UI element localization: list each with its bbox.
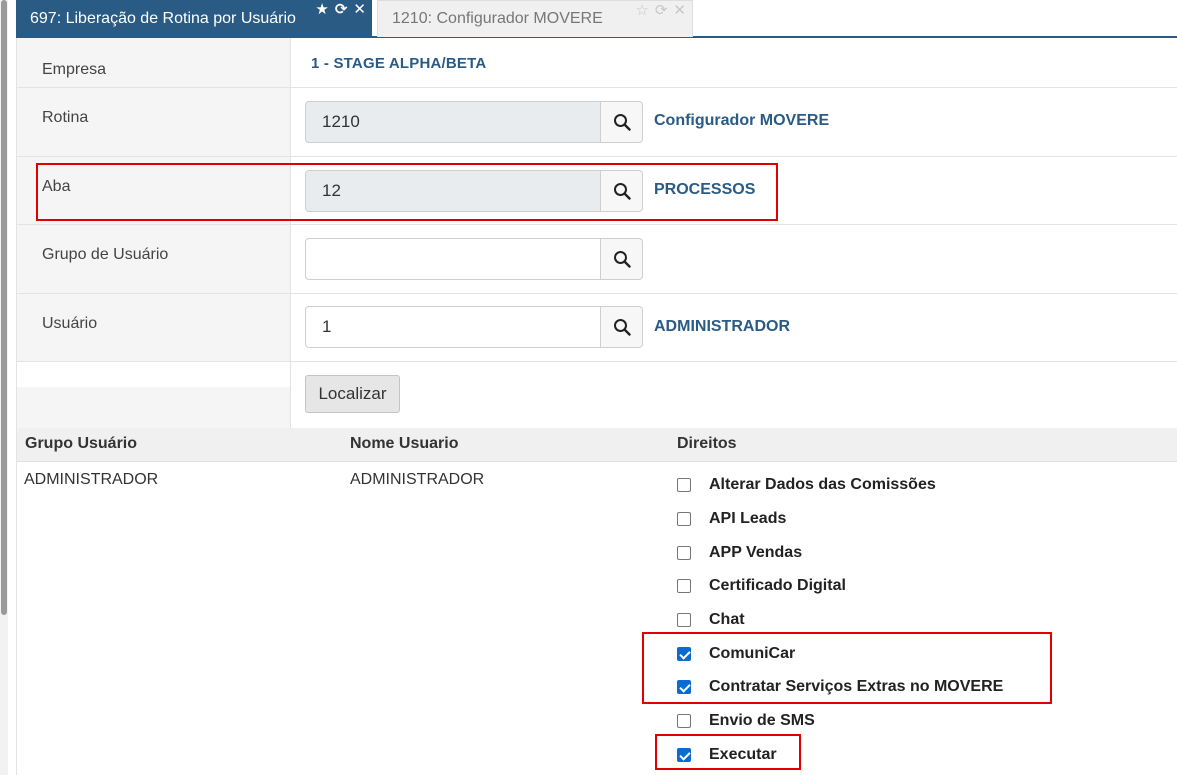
usuario-row: Usuário ADMINISTRADOR bbox=[17, 294, 1177, 362]
right-item[interactable]: Executar bbox=[677, 740, 1157, 770]
aba-input[interactable] bbox=[305, 170, 601, 212]
usuario-search-button[interactable] bbox=[601, 306, 643, 348]
rotina-row: Rotina Configurador MOVERE bbox=[17, 88, 1177, 157]
aba-label: Aba bbox=[42, 178, 71, 195]
results-table: Grupo Usuário Nome Usuario Direitos ADMI… bbox=[16, 428, 1177, 775]
cell-nome: ADMINISTRADOR bbox=[350, 471, 485, 488]
tab-label: 697: Liberação de Rotina por Usuário bbox=[30, 9, 296, 27]
close-icon[interactable]: ✕ bbox=[673, 3, 686, 19]
search-icon bbox=[613, 114, 631, 131]
close-icon[interactable]: ✕ bbox=[353, 2, 366, 18]
empresa-row: Empresa 1 - STAGE ALPHA/BETA bbox=[17, 38, 1177, 88]
right-item[interactable]: Envio de SMS bbox=[677, 706, 1157, 736]
right-label: APP Vendas bbox=[709, 544, 803, 561]
grupo-input[interactable] bbox=[305, 238, 601, 280]
grupo-input-group bbox=[305, 238, 643, 280]
right-label: Chat bbox=[709, 611, 745, 628]
right-item[interactable]: Contratar Serviços Extras no MOVERE bbox=[677, 672, 1157, 702]
label-cell bbox=[17, 387, 291, 428]
tab-actions: ★ ⟳ ✕ bbox=[315, 2, 366, 18]
checkbox[interactable] bbox=[677, 680, 691, 694]
checkbox[interactable] bbox=[677, 579, 691, 593]
search-icon bbox=[613, 251, 631, 268]
rotina-label: Rotina bbox=[42, 109, 89, 126]
aba-row: Aba PROCESSOS bbox=[17, 157, 1177, 225]
aba-search-button[interactable] bbox=[601, 170, 643, 212]
tab-bar: 697: Liberação de Rotina por Usuário ★ ⟳… bbox=[16, 0, 1177, 38]
right-item[interactable]: APP Vendas bbox=[677, 538, 1157, 568]
star-icon[interactable]: ☆ bbox=[635, 3, 648, 19]
search-icon bbox=[613, 183, 631, 200]
checkbox[interactable] bbox=[677, 647, 691, 661]
cell-grupo: ADMINISTRADOR bbox=[24, 471, 159, 488]
tab-configurador-movere[interactable]: 1210: Configurador MOVERE ☆ ⟳ ✕ bbox=[377, 0, 693, 37]
checkbox[interactable] bbox=[677, 714, 691, 728]
right-item[interactable]: Chat bbox=[677, 605, 1157, 635]
header-direitos[interactable]: Direitos bbox=[677, 435, 737, 453]
tab-label: 1210: Configurador MOVERE bbox=[392, 10, 603, 27]
grupo-row: Grupo de Usuário bbox=[17, 225, 1177, 294]
empresa-label: Empresa bbox=[42, 61, 107, 78]
header-nome-usuario[interactable]: Nome Usuario bbox=[350, 435, 458, 453]
rotina-input[interactable] bbox=[305, 101, 601, 143]
grupo-search-button[interactable] bbox=[601, 238, 643, 280]
right-label: API Leads bbox=[709, 510, 787, 527]
empresa-value: 1 - STAGE ALPHA/BETA bbox=[311, 55, 487, 72]
star-icon[interactable]: ★ bbox=[315, 2, 328, 18]
right-label: Alterar Dados das Comissões bbox=[709, 476, 936, 493]
aba-description: PROCESSOS bbox=[654, 181, 756, 198]
right-item[interactable]: API Leads bbox=[677, 504, 1157, 534]
right-item[interactable]: Certificado Digital bbox=[677, 571, 1157, 601]
checkbox[interactable] bbox=[677, 613, 691, 627]
refresh-icon[interactable]: ⟳ bbox=[335, 2, 348, 18]
filter-form: Empresa 1 - STAGE ALPHA/BETA Rotina Conf… bbox=[16, 38, 1177, 428]
right-label: Executar bbox=[709, 746, 777, 763]
usuario-description: ADMINISTRADOR bbox=[654, 318, 790, 335]
scrollbar-track[interactable] bbox=[0, 0, 8, 775]
checkbox[interactable] bbox=[677, 748, 691, 762]
search-icon bbox=[613, 319, 631, 336]
right-label: ComuniCar bbox=[709, 645, 796, 662]
header-grupo-usuario[interactable]: Grupo Usuário bbox=[25, 435, 137, 453]
right-label: Envio de SMS bbox=[709, 712, 815, 729]
right-item[interactable]: Alterar Dados das Comissões bbox=[677, 470, 1157, 500]
grupo-label: Grupo de Usuário bbox=[42, 246, 169, 263]
usuario-label: Usuário bbox=[42, 315, 98, 332]
checkbox[interactable] bbox=[677, 478, 691, 492]
refresh-icon[interactable]: ⟳ bbox=[655, 3, 668, 19]
table-header: Grupo Usuário Nome Usuario Direitos bbox=[17, 428, 1177, 462]
right-item[interactable]: ComuniCar bbox=[677, 639, 1157, 669]
usuario-input[interactable] bbox=[305, 306, 601, 348]
rotina-input-group bbox=[305, 101, 643, 143]
localizar-button[interactable]: Localizar bbox=[305, 375, 400, 413]
usuario-input-group bbox=[305, 306, 643, 348]
tab-actions: ☆ ⟳ ✕ bbox=[635, 3, 686, 19]
rotina-description: Configurador MOVERE bbox=[654, 112, 830, 129]
checkbox[interactable] bbox=[677, 512, 691, 526]
right-label: Contratar Serviços Extras no MOVERE bbox=[709, 678, 1004, 695]
actions-row bbox=[17, 362, 1177, 428]
rotina-search-button[interactable] bbox=[601, 101, 643, 143]
scrollbar-thumb[interactable] bbox=[1, 0, 7, 615]
label-cell-blank bbox=[17, 362, 291, 387]
tab-liberacao-rotina[interactable]: 697: Liberação de Rotina por Usuário ★ ⟳… bbox=[16, 0, 372, 37]
right-label: Certificado Digital bbox=[709, 577, 846, 594]
aba-input-group bbox=[305, 170, 643, 212]
checkbox[interactable] bbox=[677, 546, 691, 560]
